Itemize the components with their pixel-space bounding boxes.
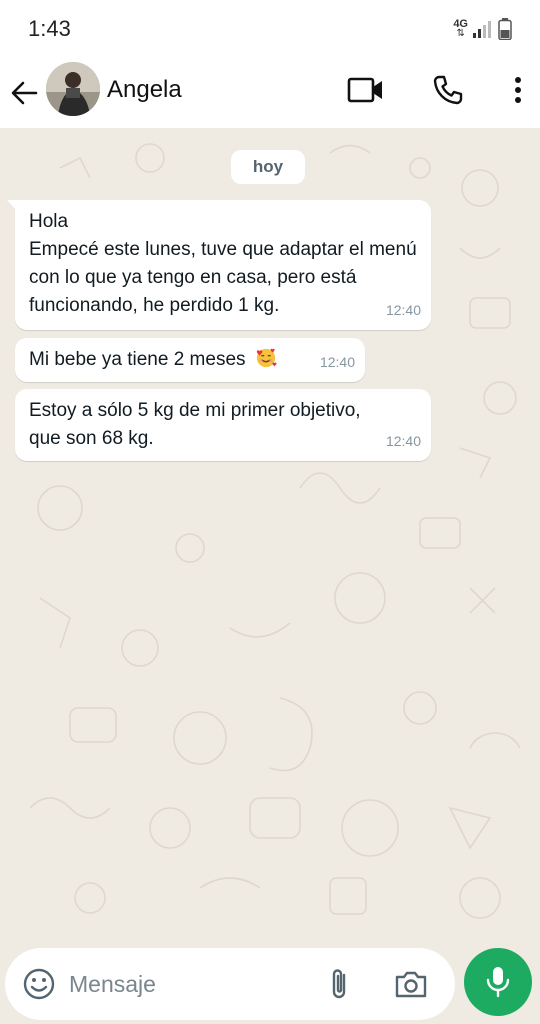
video-call-icon (347, 77, 382, 103)
message-bubble-3[interactable]: Estoy a sólo 5 kg de mi primer objetivo,… (15, 389, 431, 461)
attach-button[interactable] (319, 964, 359, 1004)
message-time: 12:40 (385, 433, 421, 449)
camera-icon (395, 971, 427, 998)
voice-message-button[interactable] (464, 948, 532, 1016)
message-bubble-1[interactable]: Hola Empecé este lunes, tuve que adaptar… (15, 200, 431, 330)
back-arrow-icon (11, 81, 38, 105)
date-separator: hoy (231, 150, 305, 184)
mic-icon (486, 967, 510, 998)
signal-icon (473, 21, 491, 38)
message-time: 12:40 (385, 302, 421, 318)
message-text: Estoy a sólo 5 kg de mi primer objetivo,… (29, 400, 361, 449)
video-call-button[interactable] (345, 70, 387, 110)
message-input[interactable] (69, 966, 309, 1002)
phone-icon (433, 75, 463, 105)
smiling-face-with-hearts-emoji (256, 348, 277, 368)
message-time: 12:40 (319, 354, 355, 370)
camera-button[interactable] (391, 964, 431, 1004)
more-vert-icon (515, 77, 521, 103)
attach-icon (332, 969, 346, 999)
message-bubble-2[interactable]: Mi bebe ya tiene 2 meses 12:40 (15, 338, 365, 382)
more-options-button[interactable] (502, 70, 534, 110)
message-text: Hola Empecé este lunes, tuve que adaptar… (29, 211, 417, 316)
chat-header: Angela (0, 62, 540, 128)
emoji-button[interactable] (19, 964, 59, 1004)
status-time: 1:43 (28, 16, 71, 41)
status-bar: 1:43 4G ⇅ (0, 0, 540, 62)
emoji-icon (23, 968, 55, 1000)
status-icons: 4G ⇅ (453, 18, 512, 40)
avatar-photo (46, 62, 100, 116)
battery-icon (498, 18, 512, 40)
voice-call-button[interactable] (428, 70, 468, 110)
network-4g-icon: 4G ⇅ (453, 18, 468, 39)
contact-name[interactable]: Angela (107, 76, 182, 104)
back-button[interactable] (6, 75, 42, 111)
message-text: Mi bebe ya tiene 2 meses (29, 349, 246, 370)
avatar[interactable] (46, 62, 100, 116)
message-composer (5, 948, 455, 1020)
composer-bar (0, 944, 540, 1024)
chat-area[interactable]: hoy Hola Empecé este lunes, tuve que ada… (0, 128, 540, 944)
